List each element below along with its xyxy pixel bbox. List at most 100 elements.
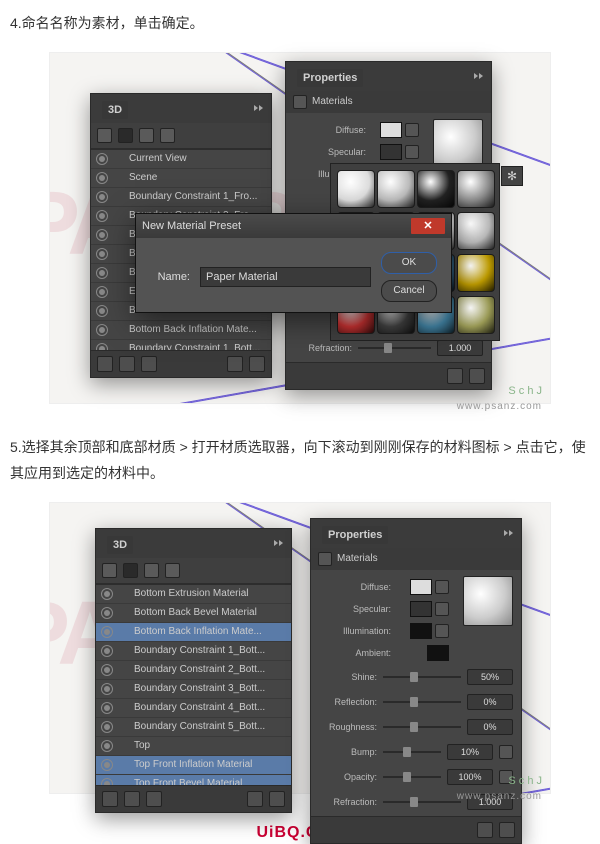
panel-prop-footer[interactable] (286, 362, 491, 389)
panel-3d-filterbar[interactable] (91, 123, 271, 149)
diffuse-fold-icon[interactable] (435, 580, 449, 594)
material-preview[interactable] (433, 119, 483, 169)
diffuse-swatch[interactable] (380, 122, 402, 138)
picker-gear-icon[interactable]: ✻ (501, 166, 523, 186)
filter-material-icon[interactable] (139, 128, 154, 143)
panel-menu-icon[interactable] (253, 105, 263, 111)
layer-item[interactable]: Top Front Bevel Material (96, 775, 291, 785)
visibility-icon[interactable] (101, 626, 113, 638)
new-icon[interactable] (247, 791, 263, 807)
visibility-icon[interactable] (96, 305, 108, 317)
layer-item[interactable]: Boundary Constraint 2_Bott... (96, 661, 291, 680)
material-swatch[interactable] (417, 170, 455, 208)
filter-mesh-icon[interactable] (118, 128, 133, 143)
panel-3d[interactable]: 3D Bottom Extrusion MaterialBottom Back … (95, 528, 292, 813)
panel-prop-tab[interactable]: Properties (322, 526, 388, 544)
ambient-swatch[interactable] (427, 645, 449, 661)
visibility-icon[interactable] (101, 607, 113, 619)
visibility-icon[interactable] (96, 343, 108, 350)
visibility-icon[interactable] (96, 324, 108, 336)
reset-icon[interactable] (477, 822, 493, 838)
opacity-slider[interactable]: Opacity:100% (311, 766, 521, 791)
visibility-icon[interactable] (101, 721, 113, 733)
material-swatch[interactable] (457, 212, 495, 250)
panel-3d-tab[interactable]: 3D (102, 101, 128, 119)
camera-icon[interactable] (146, 791, 162, 807)
layer-item[interactable]: Bottom Extrusion Material (96, 585, 291, 604)
layer-item[interactable]: Scene (91, 169, 271, 188)
panel-prop-tab[interactable]: Properties (297, 69, 363, 87)
visibility-icon[interactable] (101, 740, 113, 752)
filter-scene-icon[interactable] (97, 128, 112, 143)
filter-light-icon[interactable] (165, 563, 180, 578)
material-swatch[interactable] (337, 170, 375, 208)
panel-3d-tab[interactable]: 3D (107, 536, 133, 554)
reflection-slider[interactable]: Reflection:0% (311, 691, 521, 716)
visibility-icon[interactable] (96, 210, 108, 222)
illum-swatch[interactable] (410, 623, 432, 639)
diffuse-fold-icon[interactable] (405, 123, 419, 137)
trash-icon[interactable] (469, 368, 485, 384)
visibility-icon[interactable] (101, 759, 113, 771)
diffuse-swatch[interactable] (410, 579, 432, 595)
dialog-titlebar[interactable]: New Material Preset ✕ (136, 214, 451, 238)
layer-item[interactable]: Bottom Back Inflation Mate... (91, 321, 271, 340)
panel-menu-icon[interactable] (273, 540, 283, 546)
layer-item[interactable]: Boundary Constraint 1_Bott... (96, 642, 291, 661)
specular-swatch[interactable] (410, 601, 432, 617)
bump-fold-icon[interactable] (499, 745, 513, 759)
render-icon[interactable] (97, 356, 113, 372)
camera-icon[interactable] (141, 356, 157, 372)
new-material-dialog[interactable]: New Material Preset ✕ Name: OK Cancel (135, 213, 452, 313)
layer-item[interactable]: Current View (91, 150, 271, 169)
new-icon[interactable] (227, 356, 243, 372)
illum-fold-icon[interactable] (435, 624, 449, 638)
material-swatch[interactable] (457, 296, 495, 334)
visibility-icon[interactable] (96, 191, 108, 203)
visibility-icon[interactable] (101, 778, 113, 785)
visibility-icon[interactable] (96, 229, 108, 241)
layer-item[interactable]: Top Front Inflation Material (96, 756, 291, 775)
trash-icon[interactable] (269, 791, 285, 807)
layer-item[interactable]: Bottom Back Bevel Material (96, 604, 291, 623)
panel-menu-icon[interactable] (473, 73, 483, 79)
visibility-icon[interactable] (96, 267, 108, 279)
layer-item[interactable]: Boundary Constraint 5_Bott... (96, 718, 291, 737)
trash-icon[interactable] (249, 356, 265, 372)
ok-button[interactable]: OK (381, 252, 437, 274)
light-icon[interactable] (119, 356, 135, 372)
filter-scene-icon[interactable] (102, 563, 117, 578)
bump-slider[interactable]: Bump:10% (311, 741, 521, 766)
layer-item[interactable]: Boundary Constraint 1_Fro... (91, 188, 271, 207)
visibility-icon[interactable] (96, 286, 108, 298)
material-preview[interactable] (463, 576, 513, 626)
layer-item[interactable]: Boundary Constraint 3_Bott... (96, 680, 291, 699)
specular-swatch[interactable] (380, 144, 402, 160)
light-icon[interactable] (124, 791, 140, 807)
panel-3d-titlebar[interactable]: 3D (91, 94, 271, 123)
layer-item[interactable]: Boundary Constraint 4_Bott... (96, 699, 291, 718)
filter-material-icon[interactable] (144, 563, 159, 578)
material-swatch[interactable] (377, 170, 415, 208)
filter-mesh-icon[interactable] (123, 563, 138, 578)
layer-item[interactable]: Bottom Back Inflation Mate... (96, 623, 291, 642)
visibility-icon[interactable] (101, 664, 113, 676)
trash-icon[interactable] (499, 822, 515, 838)
layer-item[interactable]: Boundary Constraint 1_Bott... (91, 340, 271, 350)
panel-menu-icon[interactable] (503, 530, 513, 536)
material-swatch[interactable] (457, 170, 495, 208)
visibility-icon[interactable] (96, 153, 108, 165)
specular-fold-icon[interactable] (435, 602, 449, 616)
panel-3d-footer[interactable] (91, 350, 271, 377)
panel-prop-titlebar[interactable]: Properties (286, 62, 491, 91)
specular-fold-icon[interactable] (405, 145, 419, 159)
visibility-icon[interactable] (96, 248, 108, 260)
render-icon[interactable] (102, 791, 118, 807)
reset-icon[interactable] (447, 368, 463, 384)
shine-slider[interactable]: Shine:50% (311, 666, 521, 691)
visibility-icon[interactable] (101, 588, 113, 600)
visibility-icon[interactable] (96, 172, 108, 184)
layer-list[interactable]: Bottom Extrusion MaterialBottom Back Bev… (96, 584, 291, 785)
cancel-button[interactable]: Cancel (381, 280, 437, 302)
visibility-icon[interactable] (101, 702, 113, 714)
